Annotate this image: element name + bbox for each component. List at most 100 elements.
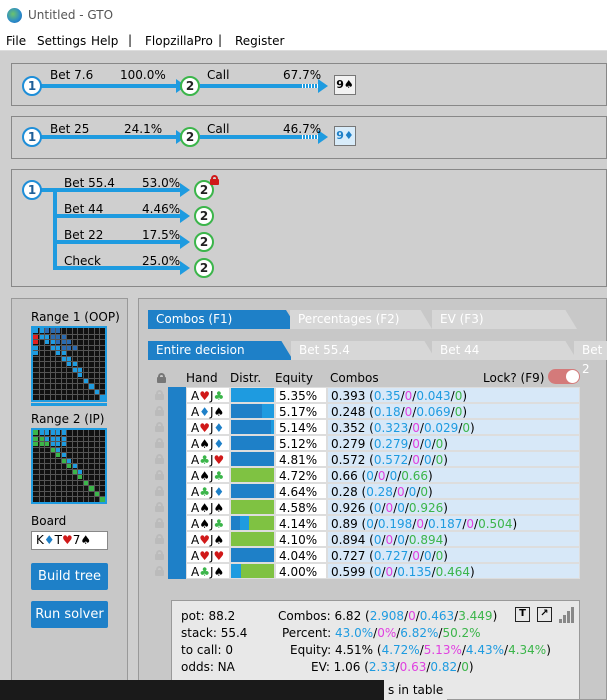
grid-line <box>33 388 105 390</box>
tab-bet-44[interactable]: Bet 44 <box>432 341 577 360</box>
table-row[interactable]: A♣J♦ 4.64% 0.28 (0.28/0/0/0) <box>155 483 580 499</box>
row-lock-cell[interactable] <box>155 499 186 515</box>
distribution-bar <box>230 499 275 515</box>
equity-cell: 4.72% <box>275 467 327 483</box>
distribution-segment <box>231 532 274 546</box>
node-child[interactable]: 2 <box>194 258 214 278</box>
table-row[interactable]: A♦J♠ 5.17% 0.248 (0.18/0/0.069/0) <box>155 403 580 419</box>
distribution-bar <box>230 403 275 419</box>
table-row[interactable]: A♥J♦ 5.14% 0.352 (0.323/0/0.029/0) <box>155 419 580 435</box>
combos-cell: 0.894 (0/0/0/0.894) <box>327 531 580 547</box>
row-lock-cell[interactable] <box>155 531 186 547</box>
col-distr[interactable]: Distr. <box>230 371 261 385</box>
distribution-bar <box>230 547 275 563</box>
node-root[interactable]: 1 <box>22 180 42 200</box>
table-row[interactable]: A♠J♦ 5.12% 0.279 (0.279/0/0/0) <box>155 435 580 451</box>
row-lock-cell[interactable] <box>155 515 186 531</box>
table-row[interactable]: A♥J♠ 4.10% 0.894 (0/0/0/0.894) <box>155 531 580 547</box>
hint-text: s in table <box>384 680 448 700</box>
build-tree-button[interactable]: Build tree <box>31 563 108 590</box>
menu-flopzillapro[interactable]: FlopzillaPro <box>145 34 213 48</box>
node-root[interactable]: 1 <box>22 76 42 96</box>
range-cell <box>33 430 39 436</box>
action-pct: 24.1% <box>124 122 163 136</box>
hand-cell: A♣J♦ <box>186 483 230 499</box>
lock-icon <box>155 534 164 544</box>
row-lock-cell[interactable] <box>155 435 186 451</box>
table-row[interactable]: A♠J♠ 4.58% 0.926 (0/0/0/0.926) <box>155 499 580 515</box>
table-row[interactable]: A♠J♣ 4.14% 0.89 (0/0.198/0/0.187/0/0.504) <box>155 515 580 531</box>
node-child[interactable]: 2 <box>180 127 200 147</box>
node-child[interactable]: 2 <box>180 76 200 96</box>
row-lock-cell[interactable] <box>155 451 186 467</box>
window-title: Untitled - GTO <box>28 8 114 22</box>
row-lock-cell[interactable] <box>155 483 186 499</box>
row-lock-cell[interactable] <box>155 563 186 579</box>
board-label: Board <box>31 514 67 528</box>
hand-cell: A♦J♠ <box>186 403 230 419</box>
grid-line <box>99 430 101 502</box>
branch-pct: 4.46% <box>142 202 181 216</box>
text-view-icon[interactable]: T <box>515 607 530 622</box>
lock-icon <box>155 550 164 560</box>
row-lock-cell[interactable] <box>155 387 186 403</box>
range-cell <box>33 328 39 334</box>
row-lock-cell[interactable] <box>155 419 186 435</box>
range1-grid[interactable] <box>31 326 107 402</box>
board-card: T♥ <box>54 533 73 547</box>
node-root[interactable]: 1 <box>22 127 42 147</box>
table-row[interactable]: A♠J♣ 4.72% 0.66 (0/0/0/0.66) <box>155 467 580 483</box>
tab-entire-decision[interactable]: Entire decision <box>148 341 293 360</box>
combos-cell: 0.279 (0.279/0/0/0) <box>327 435 580 451</box>
arrow-icon <box>180 261 190 275</box>
menu-settings[interactable]: Settings <box>37 34 86 48</box>
equity-cell: 5.17% <box>275 403 327 419</box>
table-row[interactable]: A♣J♠ 4.00% 0.599 (0/0/0.135/0.464) <box>155 563 580 579</box>
app-globe-icon <box>7 8 22 23</box>
col-hand[interactable]: Hand <box>186 371 218 385</box>
signal-bars-icon[interactable] <box>559 607 575 623</box>
hand-cell: A♠J♣ <box>186 467 230 483</box>
card-nine-diamonds[interactable]: 9♦ <box>334 126 356 146</box>
menu-file[interactable]: File <box>6 34 26 48</box>
row-lock-cell[interactable] <box>155 467 186 483</box>
col-equity[interactable]: Equity <box>275 371 313 385</box>
combos-cell: 0.352 (0.323/0/0.029/0) <box>327 419 580 435</box>
distribution-segment <box>231 548 274 562</box>
tab-percentages[interactable]: Percentages (F2) <box>290 310 432 329</box>
table-row[interactable]: A♣J♥ 4.81% 0.572 (0.572/0/0/0) <box>155 451 580 467</box>
row-lock-cell[interactable] <box>155 403 186 419</box>
hand-cell: A♠J♣ <box>186 515 230 531</box>
menu-help[interactable]: Help <box>91 34 118 48</box>
lock-toggle[interactable] <box>548 369 580 384</box>
stack-value: stack: 55.4 <box>181 626 248 640</box>
run-solver-button[interactable]: Run solver <box>31 601 108 628</box>
table-row[interactable]: A♥J♥ 4.04% 0.727 (0.727/0/0/0) <box>155 547 580 563</box>
table-row[interactable]: A♥J♣ 5.35% 0.393 (0.35/0/0.043/0) <box>155 387 580 403</box>
hand-cell: A♥J♦ <box>186 419 230 435</box>
hand-cell: A♣J♠ <box>186 563 230 579</box>
equity-cell: 4.14% <box>275 515 327 531</box>
card-nine-spades[interactable]: 9♠ <box>334 75 356 95</box>
col-combos[interactable]: Combos <box>330 371 379 385</box>
tab-bet-22[interactable]: Bet 2 <box>574 341 607 376</box>
menu-register[interactable]: Register <box>235 34 284 48</box>
arrow-icon <box>180 183 190 197</box>
distribution-segment <box>231 420 271 434</box>
tab-combos[interactable]: Combos (F1) <box>148 310 298 329</box>
combos-cell: 0.727 (0.727/0/0/0) <box>327 547 580 563</box>
node-child[interactable]: 2 <box>194 232 214 252</box>
tab-ev[interactable]: EV (F3) <box>432 310 577 329</box>
row-lock-cell[interactable] <box>155 547 186 563</box>
distribution-bar <box>230 515 275 531</box>
combos-cell: 0.28 (0.28/0/0/0) <box>327 483 580 499</box>
external-link-icon[interactable]: ↗ <box>537 607 552 622</box>
node-child[interactable]: 2 <box>194 206 214 226</box>
board-input[interactable]: K♦T♥7♠ <box>31 531 108 550</box>
tab-bet-55[interactable]: Bet 55.4 <box>291 341 436 360</box>
distribution-bar <box>230 531 275 547</box>
branch-pct: 25.0% <box>142 254 181 268</box>
range2-grid[interactable] <box>31 428 107 504</box>
branch-pct: 53.0% <box>142 176 181 190</box>
lock-icon <box>155 422 164 432</box>
